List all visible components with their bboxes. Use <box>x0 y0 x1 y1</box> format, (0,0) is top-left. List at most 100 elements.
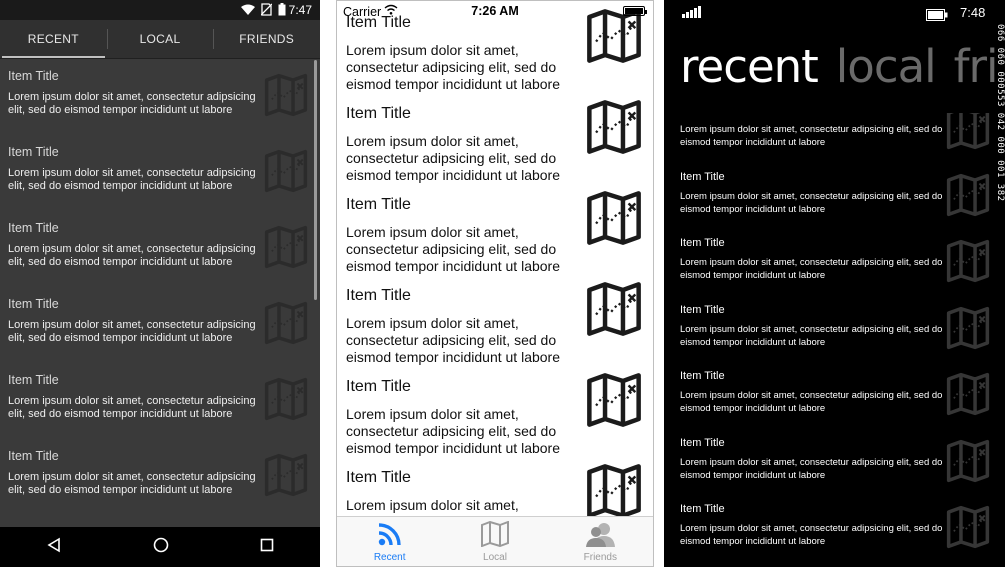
item-title: Item Title <box>346 287 411 304</box>
list-item[interactable]: Item TitleLorem ipsum dolor sit amet, co… <box>0 135 320 211</box>
tab-local[interactable]: Local <box>455 517 535 566</box>
list-item[interactable]: Item TitleLorem ipsum dolor sit amet, co… <box>0 439 320 515</box>
back-icon[interactable] <box>46 537 62 558</box>
folded-map-icon <box>944 306 992 355</box>
tab-recent[interactable]: Recent <box>350 517 430 566</box>
item-title: Item Title <box>680 113 980 116</box>
folded-map-icon <box>944 173 992 222</box>
item-title: Item Title <box>680 503 725 515</box>
list-item[interactable]: Item Title Lorem ipsum dolor sit amet, co… <box>680 237 990 303</box>
item-description: Lorem ipsum dolor sit amet, consectetur … <box>8 319 256 344</box>
folded-map-icon <box>944 505 992 554</box>
item-description: Lorem ipsum dolor sit amet, consectetur … <box>346 315 561 365</box>
folded-map-icon <box>585 281 643 342</box>
list-item[interactable]: Item Title Lorem ipsum dolor sit amet, co… <box>680 503 990 567</box>
no-sim-icon <box>260 3 273 21</box>
list-item[interactable]: Item Title Lorem ipsum dolor sit amet, co… <box>337 191 653 287</box>
status-clock: 7:47 <box>288 3 312 17</box>
folded-map-icon <box>262 73 310 122</box>
android-tab-strip: RECENT LOCAL FRIENDS <box>0 20 320 59</box>
item-title: Item Title <box>680 303 725 316</box>
battery-icon <box>926 8 948 26</box>
item-title: Item Title <box>680 370 725 382</box>
folded-map-icon <box>585 99 643 160</box>
item-description: Lorem ipsum dolor sit amet, consectetur … <box>680 257 943 281</box>
item-description: Lorem ipsum dolor sit amet, consectetur … <box>680 190 943 215</box>
item-title: Item Title <box>346 469 411 486</box>
item-description: Lorem ipsum dolor sit amet, consectetur … <box>8 243 256 268</box>
folded-map-icon <box>585 372 643 433</box>
item-description: Lorem ipsum dolor sit amet, consectetur … <box>8 167 256 192</box>
list-item[interactable]: Item Title Lorem ipsum dolor sit amet, co… <box>680 113 990 170</box>
android-nav-bar <box>0 527 320 567</box>
tab-local[interactable]: LOCAL <box>106 20 214 58</box>
item-description: Lorem ipsum dolor sit amet, consectetur … <box>346 224 561 274</box>
item-description: Lorem ipsum dolor sit amet, consectetur … <box>346 42 561 92</box>
item-description: Lorem ipsum dolor sit amet, consectetur … <box>680 124 943 148</box>
pivot-friends[interactable]: fri <box>954 40 999 93</box>
list-item[interactable]: Item TitleLorem ipsum dolor sit amet, co… <box>0 363 320 439</box>
list-item[interactable]: Item Title Lorem ipsum dolor sit amet, co… <box>680 170 990 237</box>
folded-map-icon <box>262 149 310 198</box>
item-title: Item Title <box>680 237 725 249</box>
list-item[interactable]: Item TitleLorem ipsum dolor sit amet, co… <box>0 287 320 363</box>
ios-status-bar: Carrier 7:26 AM <box>337 1 653 21</box>
home-icon[interactable] <box>153 537 169 558</box>
list-item[interactable]: Item Title Lorem ipsum dolor sit amet, co… <box>680 303 990 370</box>
list-item[interactable]: Item Title Lorem ipsum dolor sit amet, co… <box>337 282 653 378</box>
item-description: Lorem ipsum dolor sit amet, consectetur … <box>680 523 943 547</box>
folded-map-icon <box>944 239 992 288</box>
battery-icon <box>278 3 286 21</box>
list-item[interactable]: Item TitleLorem ipsum dolor sit amet, co… <box>337 9 653 105</box>
folded-map-icon <box>262 301 310 350</box>
frame-rate-counter: 066 060 000553 042 000 001 382 <box>995 24 1005 202</box>
map-icon <box>480 520 509 550</box>
tab-friends[interactable]: Friends <box>560 517 640 566</box>
people-icon <box>585 521 616 550</box>
pivot-recent[interactable]: recent <box>680 40 819 93</box>
signal-icon <box>682 6 701 18</box>
list-item[interactable]: Item TitleLorem ipsum dolor sit amet, co… <box>0 211 320 287</box>
list-item[interactable]: Item Title Lorem ipsum dolor sit amet, co… <box>337 464 653 517</box>
list-item[interactable]: Item TitleLorem ipsum dolor sit amet, co… <box>0 59 320 135</box>
android-screen: 7:47 RECENT LOCAL FRIENDS Item Title Lore… <box>0 0 320 567</box>
folded-map-icon <box>944 439 992 488</box>
list-item[interactable]: Item Title Lorem ipsum dolor sit amet, co… <box>337 373 653 469</box>
item-title: Item Title <box>346 378 411 395</box>
folded-map-icon <box>585 190 643 251</box>
pivot-headers: recent local fri <box>680 40 1005 93</box>
list-item[interactable]: Item Title Lorem ipsum dolor sit amet, co… <box>680 370 990 436</box>
wp-status-bar: 7:48 <box>664 0 1005 28</box>
folded-map-icon <box>262 225 310 274</box>
android-item-list[interactable]: Item Title Lorem ipsum dolor sit amet, co… <box>0 59 320 527</box>
ios-item-list[interactable]: Item Title Lorem ipsum dolor sit amet, co… <box>337 1 653 517</box>
tab-recent[interactable]: RECENT <box>0 20 107 58</box>
tab-friends[interactable]: FRIENDS <box>213 20 320 58</box>
folded-map-icon <box>944 372 992 421</box>
rss-feed-icon <box>377 521 403 550</box>
status-icons <box>241 3 286 21</box>
item-title: Item Title <box>680 170 725 183</box>
status-clock: 7:48 <box>960 5 986 20</box>
battery-icon <box>623 6 647 16</box>
folded-map-icon <box>262 377 310 426</box>
recents-icon[interactable] <box>260 538 274 557</box>
list-item[interactable]: Item TitleLorem ipsum dolor sit amet, co… <box>337 100 653 196</box>
item-description: Lorem ipsum dolor sit amet, consectetur … <box>346 406 561 456</box>
folded-map-icon <box>944 113 992 155</box>
ios-tab-bar: Recent Local Friends <box>337 516 653 566</box>
item-description: Lorem ipsum dolor sit amet, consectetur … <box>346 497 556 517</box>
item-description: Lorem ipsum dolor sit amet, consectetur … <box>680 323 943 348</box>
pivot-local[interactable]: local <box>836 40 937 93</box>
item-title: Item Title <box>680 436 725 449</box>
scrollbar[interactable] <box>314 60 317 300</box>
item-title: Item Title <box>346 105 411 122</box>
ios-screen: Item Title Lorem ipsum dolor sit amet, co… <box>336 0 654 567</box>
folded-map-icon <box>585 463 643 517</box>
list-item[interactable]: Item TitleLorem ipsum dolor sit amet, co… <box>680 436 990 503</box>
item-description: Lorem ipsum dolor sit amet, consectetur … <box>8 91 256 116</box>
tab-friends-label: Friends <box>583 552 617 563</box>
item-title: Item Title <box>346 196 411 213</box>
item-description: Lorem ipsum dolor sit amet, consectetur … <box>680 390 943 414</box>
wp-item-list[interactable]: Item Title Lorem ipsum dolor sit amet, co… <box>664 113 994 567</box>
